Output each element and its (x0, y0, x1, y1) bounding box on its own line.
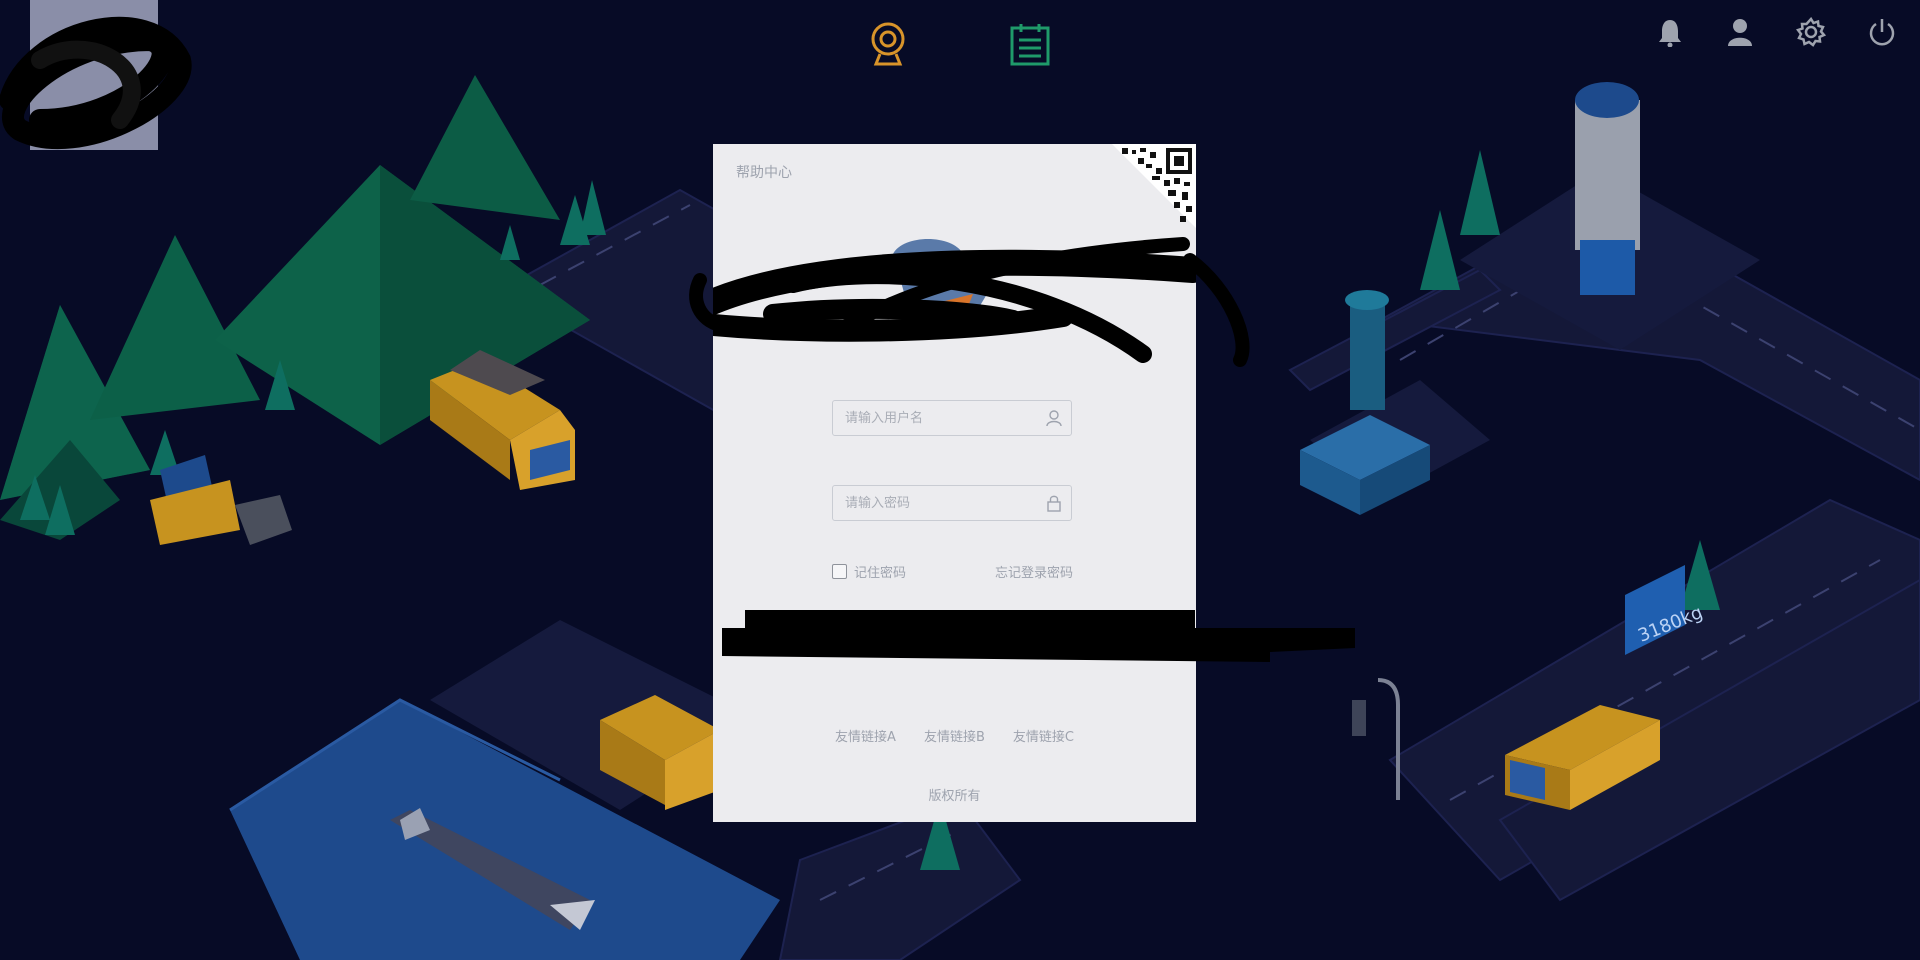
remember-label: 记住密码 (854, 566, 907, 581)
forgot-password-link[interactable]: 忘记登录密码 (995, 562, 1073, 581)
company-logo (0, 0, 192, 150)
remember-password[interactable]: 记住密码 (832, 562, 906, 581)
friend-links: 友情链接A 友情链接B 友情链接C (713, 726, 1196, 745)
username-field[interactable] (832, 400, 1072, 436)
help-center-link[interactable]: 帮助中心 (736, 162, 792, 182)
friend-link-b[interactable]: 友情链接B (924, 726, 985, 745)
lock-icon (1047, 495, 1061, 512)
brand-logo-redacted (713, 237, 1196, 363)
password-input[interactable] (833, 486, 1033, 520)
report-clipboard-icon[interactable] (1006, 20, 1054, 68)
username-input[interactable] (833, 401, 1033, 435)
gear-icon[interactable] (1793, 14, 1829, 50)
login-card: 帮助中心 请输入用户名 记住密码 忘记登录密码 友情链接A 友情链接B 友情链接… (713, 144, 1196, 822)
power-icon[interactable] (1864, 14, 1900, 50)
user-outline-icon (1046, 410, 1062, 427)
redaction-scribble (0, 16, 192, 150)
bell-icon[interactable] (1652, 14, 1688, 50)
password-field[interactable] (832, 485, 1072, 521)
remember-checkbox[interactable] (832, 564, 847, 579)
qr-code-icon[interactable] (1112, 144, 1196, 228)
friend-link-a[interactable]: 友情链接A (835, 726, 896, 745)
user-icon[interactable] (1722, 14, 1758, 50)
monitor-camera-icon[interactable] (864, 20, 912, 68)
login-button-redacted[interactable] (745, 610, 1165, 656)
friend-link-c[interactable]: 友情链接C (1013, 726, 1074, 745)
copyright: 版权所有 (928, 789, 981, 804)
